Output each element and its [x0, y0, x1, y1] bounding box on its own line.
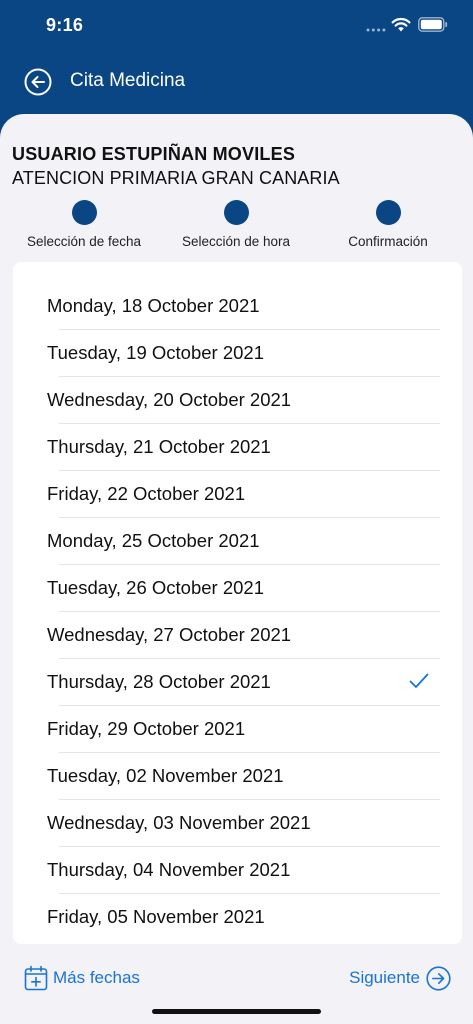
date-row[interactable]: Wednesday, 20 October 2021	[13, 377, 462, 424]
date-row[interactable]: Tuesday, 02 November 2021	[13, 753, 462, 800]
date-row[interactable]: Friday, 29 October 2021	[13, 706, 462, 753]
status-time: 9:16	[46, 15, 84, 35]
next-button[interactable]: Siguiente	[349, 964, 451, 992]
date-label: Friday, 05 November 2021	[47, 906, 265, 927]
step-indicator-dot	[375, 200, 401, 225]
date-row[interactable]: Wednesday, 03 November 2021	[13, 800, 462, 847]
more-dates-button[interactable]: Más fechas	[24, 964, 140, 992]
date-label: Thursday, 21 October 2021	[47, 436, 271, 457]
date-label: Monday, 18 October 2021	[47, 295, 260, 316]
step-label: Selección de hora	[181, 234, 291, 249]
battery-icon	[418, 17, 448, 32]
step-label: Selección de fecha	[26, 234, 142, 249]
date-label: Wednesday, 27 October 2021	[47, 624, 292, 645]
health-center-name: ATENCION PRIMARIA GRAN CANARIA	[12, 168, 340, 188]
date-row[interactable]: Wednesday, 27 October 2021	[13, 612, 462, 659]
calendar-plus-icon	[24, 965, 48, 991]
cellular-signal-icon	[366, 28, 386, 32]
date-label: Friday, 29 October 2021	[47, 718, 246, 739]
step-date-selection: Selección de fecha	[4, 200, 164, 250]
step-indicator-dot	[71, 200, 97, 225]
date-row[interactable]: Tuesday, 19 October 2021	[13, 330, 462, 377]
date-label: Wednesday, 03 November 2021	[47, 812, 311, 833]
date-label: Thursday, 28 October 2021	[47, 671, 271, 692]
step-confirmation: Confirmación	[308, 200, 468, 250]
date-label: Monday, 25 October 2021	[47, 530, 260, 551]
date-row[interactable]: Tuesday, 26 October 2021	[13, 565, 462, 612]
step-label: Confirmación	[348, 234, 428, 249]
more-dates-label: Más fechas	[53, 968, 140, 987]
date-row-selected[interactable]: Thursday, 28 October 2021	[13, 659, 462, 706]
date-row[interactable]: Thursday, 04 November 2021	[13, 847, 462, 894]
step-time-selection: Selección de hora	[156, 200, 316, 250]
checkmark-icon	[409, 673, 429, 688]
content-sheet: USUARIO ESTUPIÑAN MOVILES ATENCION PRIMA…	[0, 114, 473, 1024]
date-row[interactable]: Friday, 05 November 2021	[13, 894, 462, 941]
date-label: Tuesday, 26 October 2021	[47, 577, 264, 598]
wifi-icon	[391, 17, 411, 32]
date-row[interactable]: Friday, 22 October 2021	[13, 471, 462, 518]
date-row[interactable]: Thursday, 21 October 2021	[13, 424, 462, 471]
date-label: Tuesday, 19 October 2021	[47, 342, 264, 363]
home-indicator	[152, 1009, 321, 1014]
date-list[interactable]: Monday, 18 October 2021 Tuesday, 19 Octo…	[13, 262, 462, 944]
date-label: Wednesday, 20 October 2021	[47, 389, 292, 410]
arrow-right-circle-icon	[426, 965, 451, 991]
date-row[interactable]: Monday, 18 October 2021	[13, 283, 462, 330]
page-title: Cita Medicina	[70, 70, 186, 91]
date-label: Tuesday, 02 November 2021	[47, 765, 284, 786]
status-bar: 9:16	[0, 0, 473, 52]
navigation-bar: Cita Medicina	[0, 52, 473, 114]
date-label: Thursday, 04 November 2021	[47, 859, 291, 880]
user-name: USUARIO ESTUPIÑAN MOVILES	[12, 144, 296, 164]
date-row[interactable]: Monday, 25 October 2021	[13, 518, 462, 565]
next-label: Siguiente	[349, 968, 420, 987]
arrow-left-circle-icon[interactable]	[24, 68, 52, 96]
date-label: Friday, 22 October 2021	[47, 483, 246, 504]
step-indicator-dot	[223, 200, 249, 225]
